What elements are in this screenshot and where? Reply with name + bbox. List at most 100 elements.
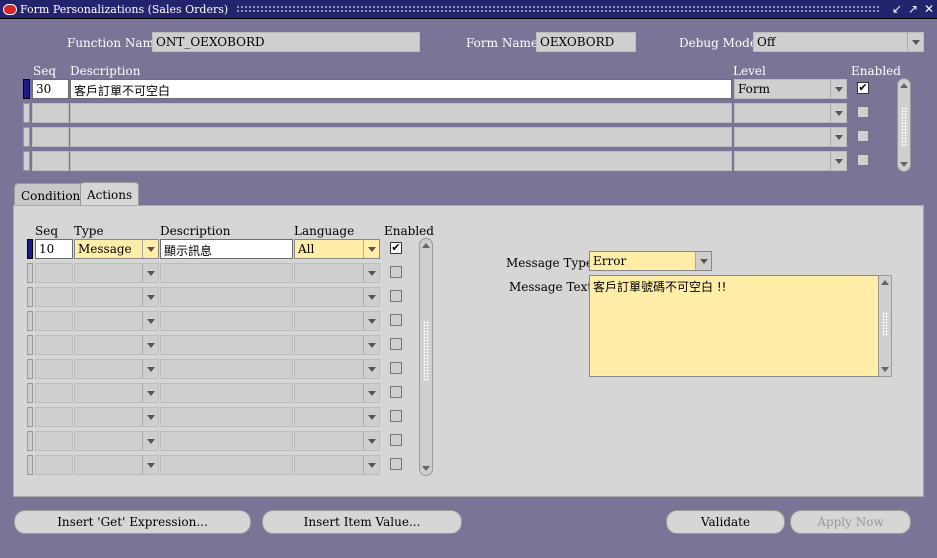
action-type-select[interactable] [74,359,159,379]
chevron-down-icon[interactable] [142,456,158,474]
action-description-field[interactable]: 顯示訊息 [160,239,293,259]
row-indicator[interactable] [23,127,30,147]
message-type-select[interactable]: Error [589,251,712,271]
action-enabled-checkbox[interactable] [390,362,402,374]
chevron-down-icon[interactable] [363,408,379,426]
chevron-down-icon[interactable] [363,240,379,258]
row-indicator[interactable] [27,263,33,283]
message-text-area[interactable]: 客戶訂單號碼不可空白 !! [589,275,879,377]
action-seq-field[interactable] [35,455,73,475]
action-description-field[interactable] [160,431,293,451]
rule-enabled-checkbox[interactable] [857,106,869,118]
chevron-down-icon[interactable] [363,288,379,306]
insert-get-expression-button[interactable]: Insert 'Get' Expression... [14,510,251,534]
action-enabled-checkbox[interactable] [390,386,402,398]
chevron-down-icon[interactable] [142,264,158,282]
rule-description-field[interactable]: 客戶訂單不可空白 [70,79,732,99]
rule-level-select[interactable] [734,103,847,123]
row-indicator[interactable] [27,287,33,307]
rule-level-select[interactable]: Form [734,79,847,99]
chevron-down-icon[interactable] [363,456,379,474]
rule-enabled-checkbox[interactable]: ✔ [857,82,869,94]
maximize-icon[interactable]: ↗ [905,2,921,16]
rule-level-select[interactable] [734,127,847,147]
action-seq-field[interactable] [35,263,73,283]
action-seq-field[interactable]: 10 [35,239,73,259]
action-seq-field[interactable] [35,287,73,307]
actions-scrollbar[interactable] [419,238,433,476]
scroll-up-icon[interactable] [881,280,889,285]
action-type-select[interactable]: Message [74,239,159,259]
tab-actions[interactable]: Actions [80,182,140,207]
row-indicator[interactable] [27,239,33,259]
chevron-down-icon[interactable] [142,432,158,450]
chevron-down-icon[interactable] [363,264,379,282]
action-seq-field[interactable] [35,431,73,451]
action-type-select[interactable] [74,287,159,307]
apply-now-button[interactable]: Apply Now [790,510,911,534]
insert-item-value-button[interactable]: Insert Item Value... [262,510,462,534]
validate-button[interactable]: Validate [666,510,785,534]
action-language-select[interactable]: All [294,239,380,259]
row-indicator[interactable] [23,151,30,171]
action-type-select[interactable] [74,431,159,451]
action-language-select[interactable] [294,431,380,451]
action-language-select[interactable] [294,287,380,307]
row-indicator[interactable] [27,311,33,331]
action-description-field[interactable] [160,455,293,475]
action-enabled-checkbox[interactable] [390,410,402,422]
chevron-down-icon[interactable] [907,33,923,51]
action-language-select[interactable] [294,455,380,475]
action-type-select[interactable] [74,383,159,403]
chevron-down-icon[interactable] [830,104,846,122]
chevron-down-icon[interactable] [695,252,711,270]
rule-seq-field[interactable] [32,127,69,147]
row-indicator[interactable] [27,407,33,427]
close-icon[interactable]: ✕ [921,2,937,16]
row-indicator[interactable] [23,79,30,99]
rule-description-field[interactable] [70,103,732,123]
rule-seq-field[interactable] [32,151,69,171]
row-indicator[interactable] [27,431,33,451]
action-language-select[interactable] [294,311,380,331]
chevron-down-icon[interactable] [142,240,158,258]
rules-scrollbar[interactable] [897,78,911,172]
chevron-down-icon[interactable] [142,288,158,306]
chevron-down-icon[interactable] [142,408,158,426]
row-indicator[interactable] [27,455,33,475]
action-enabled-checkbox[interactable] [390,266,402,278]
action-language-select[interactable] [294,359,380,379]
form-name-field[interactable]: OEXOBORD [536,32,636,52]
scroll-up-icon[interactable] [900,83,908,88]
minimize-icon[interactable]: ↙ [889,2,905,16]
chevron-down-icon[interactable] [142,384,158,402]
chevron-down-icon[interactable] [363,312,379,330]
function-name-field[interactable]: ONT_OEXOBORD [152,32,420,52]
action-enabled-checkbox[interactable] [390,338,402,350]
tab-condition[interactable]: Condition [14,183,88,207]
rule-seq-field[interactable] [32,103,69,123]
row-indicator[interactable] [23,103,30,123]
chevron-down-icon[interactable] [142,312,158,330]
rule-level-select[interactable] [734,151,847,171]
row-indicator[interactable] [27,359,33,379]
action-type-select[interactable] [74,335,159,355]
rule-enabled-checkbox[interactable] [857,130,869,142]
action-seq-field[interactable] [35,359,73,379]
action-description-field[interactable] [160,359,293,379]
action-description-field[interactable] [160,287,293,307]
action-language-select[interactable] [294,335,380,355]
rule-description-field[interactable] [70,127,732,147]
row-indicator[interactable] [27,335,33,355]
action-type-select[interactable] [74,407,159,427]
action-type-select[interactable] [74,311,159,331]
scroll-thumb[interactable] [901,107,908,147]
action-description-field[interactable] [160,311,293,331]
chevron-down-icon[interactable] [142,336,158,354]
row-indicator[interactable] [27,383,33,403]
action-language-select[interactable] [294,407,380,427]
action-description-field[interactable] [160,383,293,403]
chevron-down-icon[interactable] [830,80,846,98]
action-seq-field[interactable] [35,335,73,355]
chevron-down-icon[interactable] [363,384,379,402]
